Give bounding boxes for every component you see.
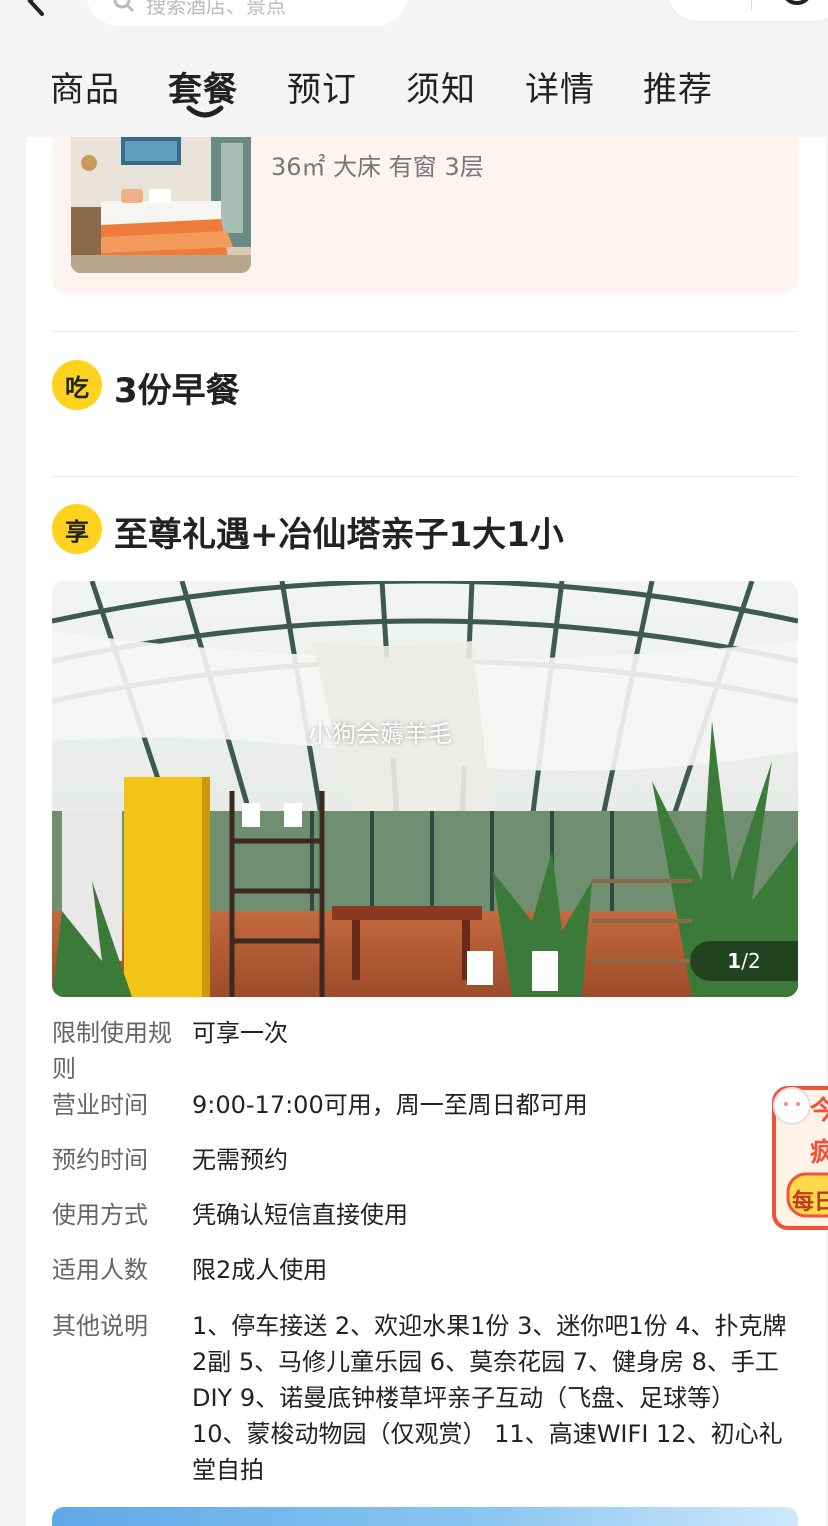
greenhouse-photo (52, 581, 798, 997)
floating-promo-badge[interactable]: 今 疯 每日 (770, 1082, 828, 1232)
active-tab-indicator (186, 105, 224, 118)
next-photo-preview (52, 1507, 798, 1526)
detail-label: 预约时间 (52, 1146, 148, 1174)
tab-products[interactable]: 商品 (50, 62, 120, 111)
detail-value: 9:00-17:00可用，周一至周日都可用 (192, 1091, 588, 1119)
back-button[interactable] (22, 0, 52, 16)
search-input[interactable]: 搜索酒店、景点 (86, 0, 408, 26)
photo-watermark: 小狗会薅羊毛 (308, 720, 452, 748)
detail-row: 营业时间 9:00-17:00可用，周一至周日都可用 (52, 1087, 798, 1127)
capsule-menu[interactable] (666, 0, 828, 22)
close-circle-icon[interactable] (777, 0, 817, 9)
photo-counter: 1/2 (690, 941, 798, 981)
breakfast-title: 3份早餐 (114, 371, 240, 411)
detail-value: 1、停车接送 2、欢迎水果1份 3、迷你吧1份 4、扑克牌2副 5、马修儿童乐园… (192, 1312, 787, 1484)
detail-row: 其他说明 1、停车接送 2、欢迎水果1份 3、迷你吧1份 4、扑克牌2副 5、马… (52, 1308, 798, 1488)
meal-badge: 吃 (52, 360, 102, 410)
perk-photo-carousel[interactable]: 小狗会薅羊毛 1/2 (52, 581, 798, 997)
detail-row: 适用人数 限2成人使用 (52, 1252, 798, 1292)
detail-value: 凭确认短信直接使用 (192, 1201, 408, 1229)
top-header: 搜索酒店、景点 商品 套餐 预订 须知 详情 推荐 (0, 0, 828, 137)
perk-title: 至尊礼遇+冶仙塔亲子1大1小 (114, 515, 564, 555)
divider (52, 331, 798, 332)
detail-label: 使用方式 (52, 1201, 148, 1229)
detail-row: 预约时间 无需预约 (52, 1142, 798, 1182)
promo-text-mid: 疯 (810, 1138, 828, 1168)
tab-recommend[interactable]: 推荐 (643, 62, 713, 111)
detail-label: 适用人数 (52, 1256, 148, 1284)
tab-notice[interactable]: 须知 (406, 62, 476, 111)
perk-badge: 享 (52, 504, 102, 554)
detail-value: 无需预约 (192, 1146, 288, 1174)
tab-details[interactable]: 详情 (525, 62, 595, 111)
section-tabs: 商品 套餐 预订 须知 详情 推荐 (0, 62, 828, 122)
package-detail-card: 36㎡ 大床 有窗 3层 吃 3份早餐 享 至尊礼遇+冶仙塔亲子1大1小 小狗会… (26, 137, 826, 1526)
back-arrow-icon (27, 0, 44, 16)
capsule-divider (751, 0, 752, 11)
promo-text-bottom: 每日 (792, 1190, 828, 1215)
detail-label: 限制使用规则 (52, 1019, 172, 1083)
detail-row: 使用方式 凭确认短信直接使用 (52, 1197, 798, 1237)
detail-value: 可享一次 (192, 1019, 288, 1047)
detail-row: 限制使用规则 可享一次 (52, 1015, 798, 1087)
room-card[interactable]: 36㎡ 大床 有窗 3层 (52, 137, 798, 293)
detail-value: 限2成人使用 (192, 1256, 328, 1284)
photo-counter-current: 1 (727, 949, 742, 973)
room-photo[interactable] (71, 137, 251, 273)
tab-booking[interactable]: 预订 (287, 62, 357, 111)
photo-counter-total: /2 (741, 949, 761, 973)
search-icon (113, 0, 135, 13)
divider (52, 476, 798, 477)
search-placeholder: 搜索酒店、景点 (146, 0, 286, 18)
promo-text-top: 今 (810, 1096, 828, 1126)
detail-label: 其他说明 (52, 1312, 148, 1340)
detail-label: 营业时间 (52, 1091, 148, 1119)
room-attributes: 36㎡ 大床 有窗 3层 (271, 153, 484, 181)
